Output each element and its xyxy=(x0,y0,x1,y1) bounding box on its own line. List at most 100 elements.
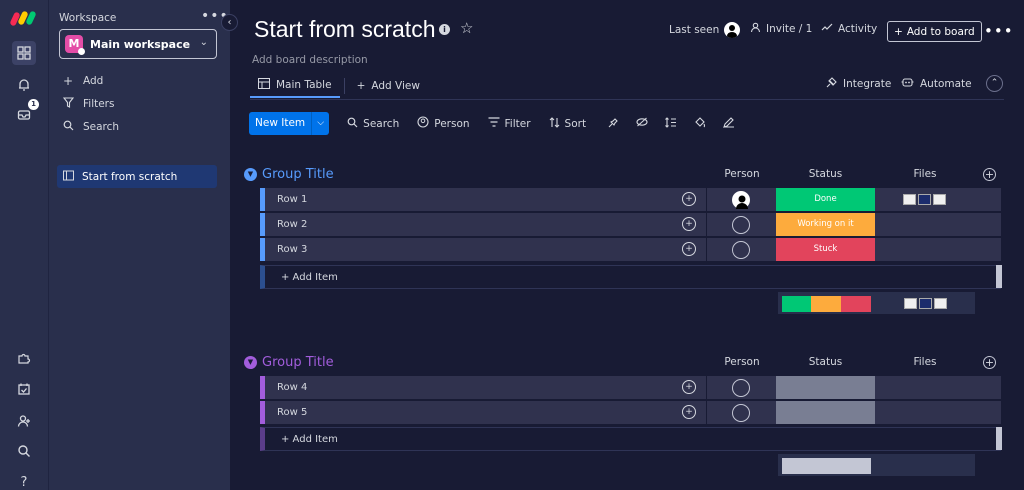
status-cell[interactable] xyxy=(776,376,875,399)
add-update-icon[interactable]: + xyxy=(682,405,696,419)
sort-button[interactable]: Sort xyxy=(549,116,586,131)
row-name[interactable]: Row 2 xyxy=(277,219,307,230)
scrollbar[interactable] xyxy=(996,427,1002,450)
person-empty-icon[interactable] xyxy=(732,379,750,397)
search-icon xyxy=(61,120,75,134)
table-row[interactable]: Row 1 + Done xyxy=(260,188,1001,212)
row-name[interactable]: Row 1 xyxy=(277,194,307,205)
file-thumbnail[interactable] xyxy=(918,194,931,205)
hide-icon[interactable] xyxy=(636,117,648,130)
monday-logo-icon[interactable] xyxy=(9,10,38,27)
add-column-icon[interactable]: + xyxy=(983,356,996,369)
group-header[interactable]: ▼ Group Title xyxy=(244,164,334,184)
filter-button[interactable]: Filter xyxy=(488,117,531,130)
row-name[interactable]: Row 4 xyxy=(277,382,307,393)
person-empty-icon[interactable] xyxy=(732,241,750,259)
status-cell[interactable] xyxy=(776,401,875,424)
board-title[interactable]: Start from scratch xyxy=(254,16,435,43)
board-item-start-from-scratch[interactable]: Start from scratch xyxy=(57,165,217,188)
add-column-icon[interactable]: + xyxy=(983,168,996,181)
table-row[interactable]: Row 3 + Stuck xyxy=(260,238,1001,262)
new-item-label: New Item xyxy=(255,117,306,129)
puzzle-icon[interactable] xyxy=(12,346,36,370)
filters-button[interactable]: Filters xyxy=(61,97,114,111)
calendar-check-icon[interactable] xyxy=(12,377,36,401)
bell-icon[interactable] xyxy=(12,73,36,97)
row-color-bar xyxy=(260,213,265,236)
pin-icon[interactable] xyxy=(608,117,619,131)
search-button[interactable]: Search xyxy=(347,117,399,131)
column-header-status[interactable]: Status xyxy=(776,168,875,180)
group-title[interactable]: Group Title xyxy=(262,167,334,182)
person-empty-icon[interactable] xyxy=(732,216,750,234)
add-update-icon[interactable]: + xyxy=(682,380,696,394)
table-row[interactable]: Row 4 + xyxy=(260,376,1001,400)
add-view-button[interactable]: + Add View xyxy=(349,74,428,98)
column-header-status[interactable]: Status xyxy=(776,356,875,368)
row-height-icon[interactable] xyxy=(665,116,677,131)
table-row[interactable]: Row 2 + Working on it xyxy=(260,213,1001,237)
add-item-label: + Add Item xyxy=(281,434,338,445)
group-header[interactable]: ▼ Group Title xyxy=(244,352,334,372)
status-cell[interactable]: Working on it xyxy=(776,213,875,236)
integrate-button[interactable]: Integrate xyxy=(826,77,891,91)
files-cell[interactable] xyxy=(903,194,946,205)
column-header-files[interactable]: Files xyxy=(895,168,955,180)
add-update-icon[interactable]: + xyxy=(682,192,696,206)
filters-label: Filters xyxy=(83,98,115,110)
add-update-icon[interactable]: + xyxy=(682,242,696,256)
person-filter-button[interactable]: Person xyxy=(417,116,470,131)
scrollbar[interactable] xyxy=(996,265,1002,288)
person-empty-icon[interactable] xyxy=(732,404,750,422)
chevron-down-icon[interactable]: ▼ xyxy=(244,355,257,369)
more-options-icon[interactable]: ••• xyxy=(984,22,1014,40)
add-update-icon[interactable]: + xyxy=(682,217,696,231)
last-seen[interactable]: Last seen xyxy=(669,22,741,38)
group-title[interactable]: Group Title xyxy=(262,355,334,370)
column-header-person[interactable]: Person xyxy=(712,356,772,368)
collapse-header-icon[interactable]: ⌃ xyxy=(986,75,1003,92)
invite-button[interactable]: Invite / 1 xyxy=(750,22,812,36)
board-description[interactable]: Add board description xyxy=(252,54,368,66)
new-item-button[interactable]: New Item ⌵ xyxy=(249,112,330,135)
activity-button[interactable]: Activity xyxy=(821,22,877,36)
add-user-icon[interactable] xyxy=(12,409,36,433)
apps-grid-icon[interactable] xyxy=(12,41,36,65)
column-header-files[interactable]: Files xyxy=(895,356,955,368)
file-thumbnail[interactable] xyxy=(933,194,946,205)
add-to-board-button[interactable]: + Add to board xyxy=(887,21,982,42)
filter-lines-icon xyxy=(488,117,500,130)
chevron-down-icon: ⌄ xyxy=(199,37,208,48)
integrate-icon xyxy=(826,77,837,91)
file-thumbnail[interactable] xyxy=(903,194,916,205)
column-header-person[interactable]: Person xyxy=(712,168,772,180)
plus-icon: + xyxy=(356,80,366,92)
tab-main-table[interactable]: Main Table xyxy=(250,74,340,98)
automate-button[interactable]: Automate xyxy=(901,77,972,91)
status-cell[interactable]: Done xyxy=(776,188,875,211)
workspace-selector[interactable]: M Main workspace ⌄ xyxy=(59,29,217,59)
star-icon[interactable]: ☆ xyxy=(460,19,473,37)
chevron-down-icon[interactable]: ▼ xyxy=(244,167,257,181)
add-item-label: + Add Item xyxy=(281,272,338,283)
add-button[interactable]: + Add xyxy=(61,74,103,88)
add-item-row[interactable]: + Add Item xyxy=(260,427,1001,451)
edit-pencil-icon[interactable] xyxy=(723,116,735,131)
help-icon[interactable]: ? xyxy=(12,470,36,490)
add-item-row[interactable]: + Add Item xyxy=(260,265,1001,289)
info-icon[interactable]: i xyxy=(439,24,450,35)
activity-icon xyxy=(821,22,833,36)
chevron-down-icon[interactable]: ⌵ xyxy=(311,112,329,135)
row-name[interactable]: Row 5 xyxy=(277,407,307,418)
summary-status-working xyxy=(811,296,841,312)
search-icon[interactable] xyxy=(12,439,36,463)
table-row[interactable]: Row 5 + xyxy=(260,401,1001,425)
paint-bucket-icon[interactable] xyxy=(694,116,706,131)
status-cell[interactable]: Stuck xyxy=(776,238,875,261)
file-thumbnail xyxy=(934,298,947,309)
row-color-bar xyxy=(260,401,265,424)
search-button[interactable]: Search xyxy=(61,120,119,134)
add-label: Add xyxy=(83,75,104,87)
row-name[interactable]: Row 3 xyxy=(277,244,307,255)
person-avatar[interactable] xyxy=(732,191,750,209)
